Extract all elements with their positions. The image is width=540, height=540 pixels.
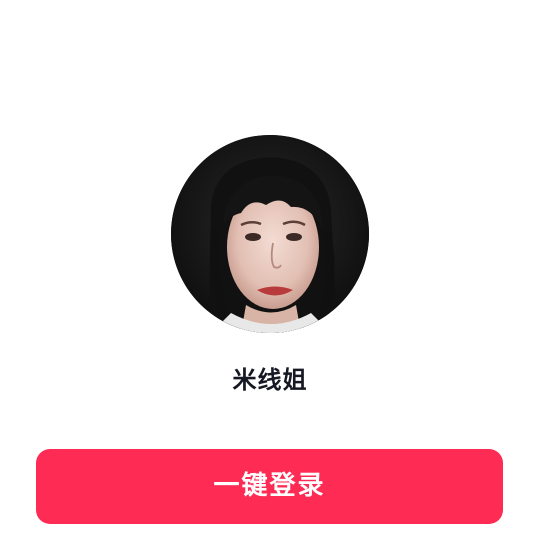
avatar-photo-icon [171,135,369,333]
login-screen: 米线姐 一键登录 [0,0,540,540]
user-avatar [171,135,369,333]
username-label: 米线姐 [232,366,308,394]
one-tap-login-button[interactable]: 一键登录 [36,449,503,524]
